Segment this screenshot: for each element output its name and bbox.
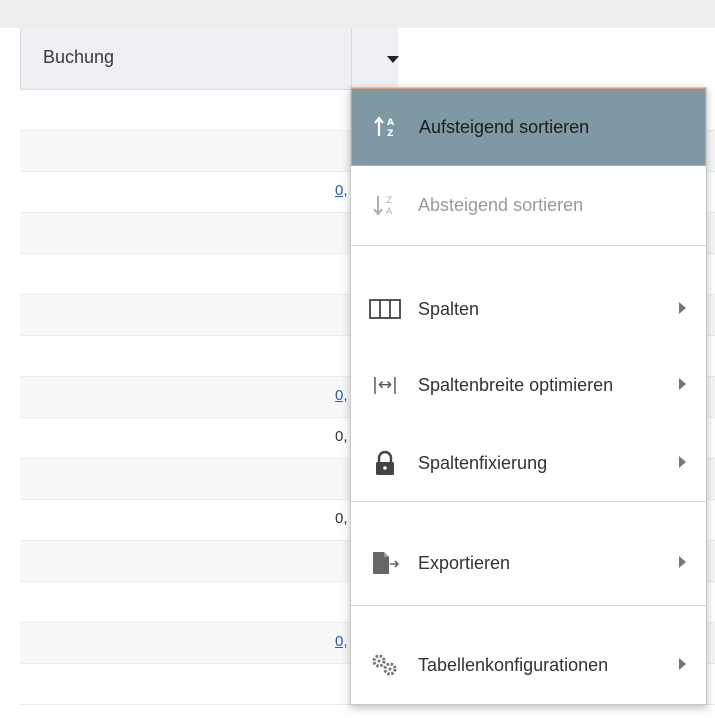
export-icon: [365, 524, 405, 602]
column-header-buchung[interactable]: Buchung: [20, 28, 399, 90]
submenu-arrow-icon: [679, 658, 686, 670]
menu-item-sort-ascending[interactable]: A Z Aufsteigend sortieren: [351, 88, 706, 166]
menu-item-label: Absteigend sortieren: [418, 194, 584, 215]
menu-item-column-width[interactable]: |↔| Spaltenbreite optimieren: [351, 346, 706, 424]
column-header-label: Buchung: [43, 47, 115, 67]
row-value-link[interactable]: 0,: [335, 182, 348, 199]
menu-item-column-fix[interactable]: Spaltenfixierung: [351, 424, 706, 502]
submenu-arrow-icon: [679, 302, 686, 314]
menu-item-label: Tabellenkonfigurationen: [418, 654, 609, 675]
sort-descending-icon: Z A: [365, 166, 405, 244]
column-context-menu: A Z Aufsteigend sortieren Z A Absteigend…: [350, 87, 707, 705]
menu-item-export[interactable]: Exportieren: [351, 524, 706, 602]
submenu-arrow-icon: [679, 456, 686, 468]
menu-item-columns[interactable]: Spalten: [351, 270, 706, 348]
menu-item-label: Exportieren: [418, 552, 511, 573]
menu-item-table-config[interactable]: Tabellenkonfigurationen: [351, 626, 706, 704]
top-strip: [0, 0, 715, 28]
row-value-link[interactable]: 0,: [335, 633, 348, 650]
lock-icon: [365, 424, 405, 502]
gears-icon: [365, 626, 405, 704]
column-menu-caret-icon[interactable]: [387, 56, 399, 63]
row-value-link[interactable]: 0,: [335, 387, 348, 404]
svg-text:A: A: [387, 118, 394, 128]
svg-text:Z: Z: [387, 129, 394, 139]
menu-item-label: Aufsteigend sortieren: [419, 116, 590, 137]
menu-divider: [351, 501, 706, 502]
submenu-arrow-icon: [679, 556, 686, 568]
columns-icon: [365, 270, 405, 348]
submenu-arrow-icon: [679, 378, 686, 390]
menu-item-sort-descending[interactable]: Z A Absteigend sortieren: [351, 166, 706, 244]
column-width-icon: |↔|: [372, 375, 398, 395]
menu-item-label: Spaltenbreite optimieren: [418, 374, 614, 395]
column-separator[interactable]: [351, 28, 352, 90]
row-value: 0,: [335, 510, 348, 527]
sort-ascending-icon: A Z: [366, 89, 406, 165]
menu-divider: [351, 605, 706, 606]
svg-text:A: A: [386, 207, 393, 217]
row-value: 0,: [335, 428, 348, 445]
menu-item-label: Spalten: [418, 298, 480, 319]
grid-header: Buchung: [0, 28, 715, 90]
svg-text:Z: Z: [386, 196, 392, 206]
menu-divider: [351, 245, 706, 246]
menu-item-label: Spaltenfixierung: [418, 452, 548, 473]
